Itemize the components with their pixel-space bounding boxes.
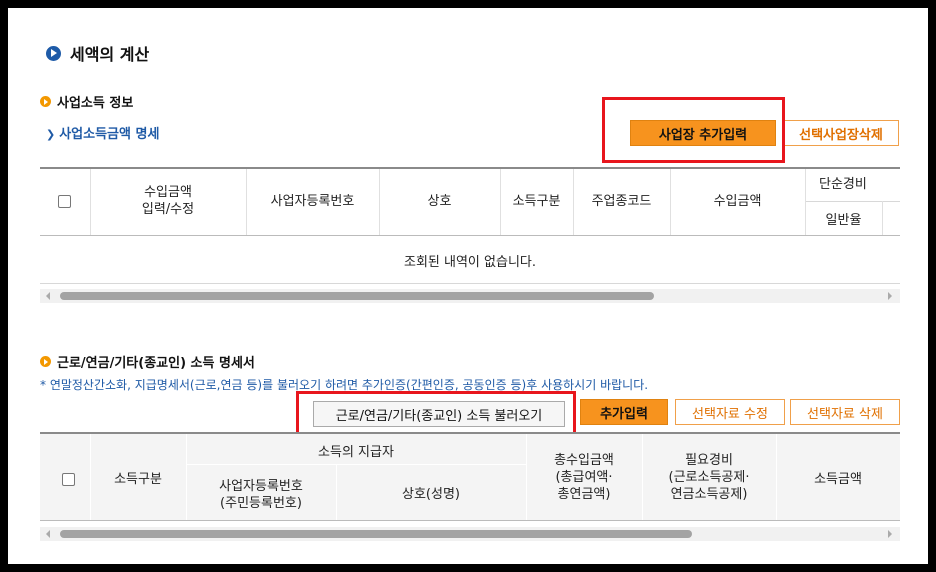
select-all-checkbox[interactable] xyxy=(58,195,71,208)
business-income-detail-link[interactable]: ❯ 사업소득금액 명세 xyxy=(46,123,159,142)
scrollbar-thumb[interactable] xyxy=(60,530,692,538)
column-header-income-type: 소득구분 xyxy=(512,194,561,209)
scroll-right-arrow-icon[interactable] xyxy=(888,292,892,300)
scroll-right-arrow-icon[interactable] xyxy=(888,530,892,538)
column-header-payer-reg-no: 사업자등록번호 (주민등록번호) xyxy=(219,479,303,511)
column-header-simple-expense: 단순경비 xyxy=(819,177,867,192)
column-divider xyxy=(882,201,883,235)
column-header-revenue: 수입금액 xyxy=(713,194,762,209)
column-header-income-input: 수입금액 입력/수정 xyxy=(141,185,195,217)
table-header-border xyxy=(40,520,900,521)
table-subheader-border xyxy=(805,201,900,202)
labor-income-title-text: 근로/연금/기타(종교인) 소득 명세서 xyxy=(57,356,255,371)
highlight-box xyxy=(602,97,785,163)
column-header-trade-name: 상호 xyxy=(427,194,452,209)
add-input-button[interactable]: 추가입력 xyxy=(580,399,668,425)
delete-selected-button[interactable]: 선택자료 삭제 xyxy=(790,399,900,425)
column-header-income-type: 소득구분 xyxy=(114,472,162,487)
section-title: 세액의 계산 xyxy=(46,41,149,65)
scrollbar-thumb[interactable] xyxy=(60,292,654,300)
column-header-main-code: 주업종코드 xyxy=(591,194,652,209)
column-header-total-income: 총수입금액 (총급여액· 총연금액) xyxy=(554,453,614,502)
column-header-payer: 소득의 지급자 xyxy=(318,445,394,460)
business-income-detail-link-text: 사업소득금액 명세 xyxy=(59,127,160,142)
business-income-title: 사업소득 정보 xyxy=(40,92,133,111)
labor-income-title: 근로/연금/기타(종교인) 소득 명세서 xyxy=(40,352,255,371)
column-header-payer-name: 상호(성명) xyxy=(402,487,460,502)
column-header-income-amount: 소득금액 xyxy=(814,472,862,487)
column-header-general-rate: 일반율 xyxy=(825,213,862,228)
scroll-left-arrow-icon[interactable] xyxy=(46,530,50,538)
table-bottom-border xyxy=(40,283,900,284)
select-all-checkbox[interactable] xyxy=(62,473,75,486)
column-header-necessary-expense: 필요경비 (근로소득공제· 연금소득공제) xyxy=(668,453,750,502)
chevron-right-icon: ❯ xyxy=(46,128,56,141)
edit-selected-button[interactable]: 선택자료 수정 xyxy=(675,399,785,425)
table-header-border xyxy=(40,235,900,236)
tax-calculation-page: 세액의 계산 사업소득 정보 ❯ 사업소득금액 명세 사업장 추가입력 선택사업장… xyxy=(8,8,928,564)
empty-message: 조회된 내역이 없습니다. xyxy=(404,255,536,270)
column-header-biz-reg-no: 사업자등록번호 xyxy=(270,194,355,209)
delete-selected-business-button[interactable]: 선택사업장삭제 xyxy=(783,120,899,146)
orange-bullet-icon xyxy=(40,356,51,367)
business-income-title-text: 사업소득 정보 xyxy=(57,96,134,111)
orange-bullet-icon xyxy=(40,96,51,107)
section-title-text: 세액의 계산 xyxy=(70,45,150,64)
section-bullet-icon xyxy=(46,45,61,61)
scroll-left-arrow-icon[interactable] xyxy=(46,292,50,300)
table-subheader-border xyxy=(186,464,526,465)
